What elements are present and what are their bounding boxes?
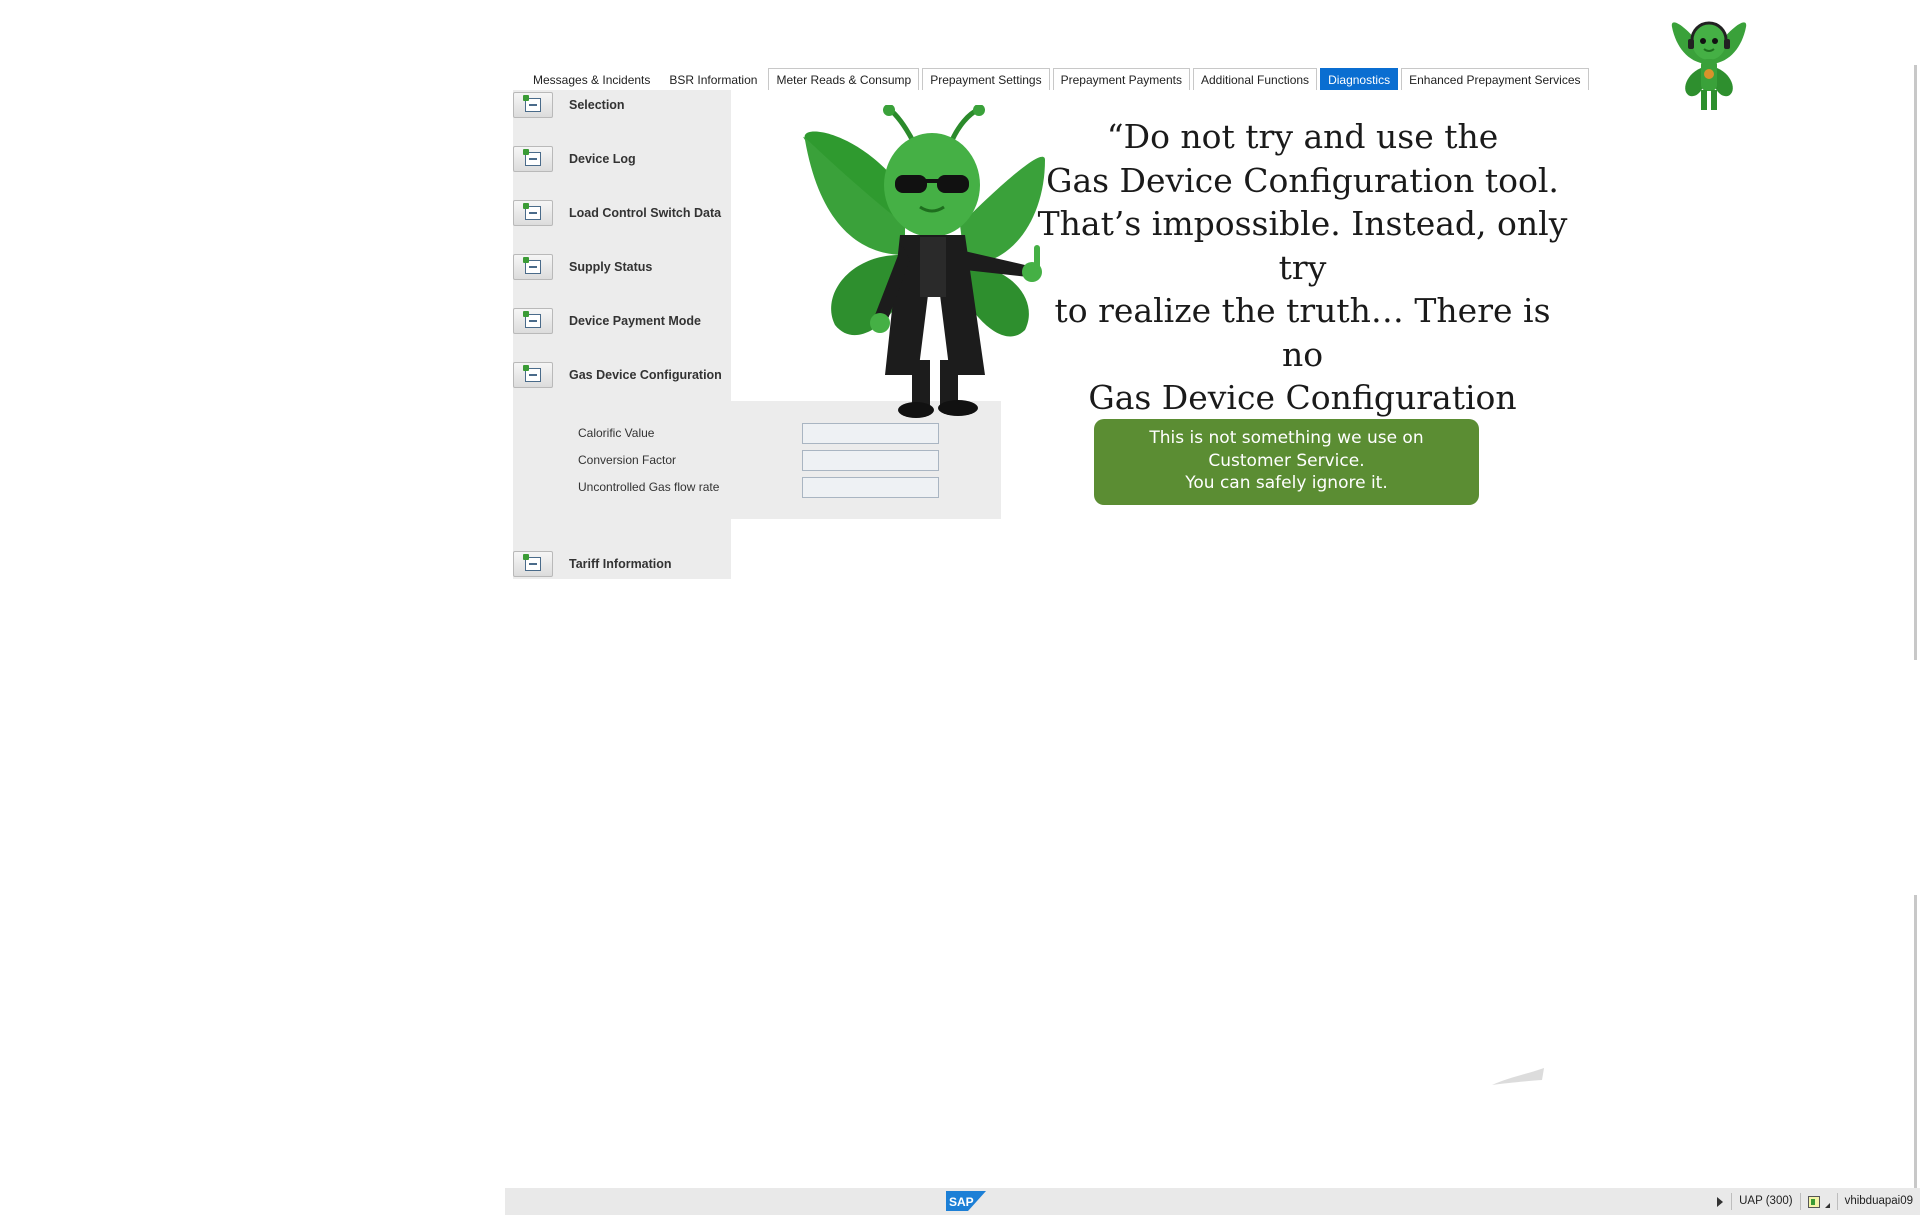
section-label: Selection: [569, 98, 625, 112]
collapse-section-icon[interactable]: [513, 362, 553, 388]
section-device-payment-mode[interactable]: Device Payment Mode: [513, 308, 701, 334]
quote-line: That’s impossible. Instead, only try: [1037, 204, 1568, 287]
vertical-scrollbar[interactable]: [1914, 65, 1917, 660]
field-label: Conversion Factor: [578, 453, 677, 467]
expand-section-icon[interactable]: [513, 551, 553, 577]
system-info[interactable]: UAP (300): [1731, 1193, 1799, 1210]
section-label: Device Log: [569, 152, 636, 166]
section-tariff-information[interactable]: Tariff Information: [513, 551, 672, 577]
matrix-quote: “Do not try and use the Gas Device Confi…: [1030, 115, 1575, 463]
field-conversion-factor: Conversion Factor: [578, 449, 939, 471]
field-uncontrolled-gas-flow-rate: Uncontrolled Gas flow rate: [578, 476, 939, 498]
status-info: UAP (300) vhibduapai09: [1709, 1188, 1920, 1215]
section-selection[interactable]: Selection: [513, 92, 625, 118]
status-expand-icon[interactable]: [1717, 1196, 1724, 1207]
quote-line: to realize the truth… There is no: [1054, 291, 1551, 374]
expand-section-icon[interactable]: [513, 146, 553, 172]
tab-diagnostics[interactable]: Diagnostics: [1320, 68, 1399, 90]
tab-enhanced-prepayment-services[interactable]: Enhanced Prepayment Services: [1401, 68, 1589, 90]
status-bar: SAP UAP (300) vhibduapai09: [505, 1188, 1920, 1215]
note-line: This is not something we use on: [1149, 428, 1424, 448]
field-calorific-value: Calorific Value: [578, 422, 939, 444]
swoosh-decoration-icon: [1492, 1068, 1544, 1085]
tab-meter-reads[interactable]: Meter Reads & Consump: [768, 68, 920, 90]
butterfly-mascot-icon: [803, 105, 1045, 418]
section-device-log[interactable]: Device Log: [513, 146, 636, 172]
support-mascot-icon: [1671, 21, 1747, 110]
tab-messages-incidents[interactable]: Messages & Incidents: [525, 68, 659, 90]
ignore-note-callout: This is not something we use on Customer…: [1094, 419, 1479, 505]
expand-section-icon[interactable]: [513, 92, 553, 118]
user-name: vhibduapai09: [1836, 1193, 1920, 1210]
calorific-value-input[interactable]: [802, 422, 939, 444]
section-label: Gas Device Configuration: [569, 368, 722, 382]
section-label: Device Payment Mode: [569, 314, 701, 328]
session-indicator[interactable]: [1799, 1193, 1837, 1210]
field-label: Calorific Value: [578, 426, 655, 440]
section-gas-device-configuration[interactable]: Gas Device Configuration: [513, 362, 722, 388]
uncontrolled-gas-flow-rate-input[interactable]: [802, 476, 939, 498]
expand-section-icon[interactable]: [513, 200, 553, 226]
section-label: Supply Status: [569, 260, 653, 274]
conversion-factor-input[interactable]: [802, 449, 939, 471]
note-line: You can safely ignore it.: [1185, 473, 1388, 493]
sap-logo-text: SAP: [949, 1195, 974, 1209]
section-panel: [513, 90, 731, 402]
quote-line: Gas Device Configuration: [1088, 378, 1517, 417]
tab-strip: Messages & Incidents BSR Information Met…: [525, 68, 1592, 90]
section-label: Tariff Information: [569, 557, 672, 571]
section-load-control-switch-data[interactable]: Load Control Switch Data: [513, 200, 721, 226]
section-label: Load Control Switch Data: [569, 206, 722, 220]
tab-prepayment-payments[interactable]: Prepayment Payments: [1052, 68, 1190, 90]
quote-line: “Do not try and use the: [1106, 117, 1499, 156]
sap-logo-icon: SAP: [946, 1191, 986, 1211]
note-line: Customer Service.: [1208, 450, 1365, 471]
expand-section-icon[interactable]: [513, 308, 553, 334]
tab-additional-functions[interactable]: Additional Functions: [1192, 68, 1318, 90]
tab-bsr-information[interactable]: BSR Information: [661, 68, 766, 90]
corner-dropdown-icon: [1824, 1203, 1830, 1208]
expand-section-icon[interactable]: [513, 254, 553, 280]
vertical-scrollbar-lower[interactable]: [1914, 895, 1917, 1190]
tab-prepayment-settings[interactable]: Prepayment Settings: [922, 68, 1050, 90]
quote-line: Gas Device Configuration tool.: [1046, 160, 1559, 200]
session-icon: [1807, 1195, 1820, 1208]
field-label: Uncontrolled Gas flow rate: [578, 480, 720, 494]
section-supply-status[interactable]: Supply Status: [513, 254, 652, 280]
